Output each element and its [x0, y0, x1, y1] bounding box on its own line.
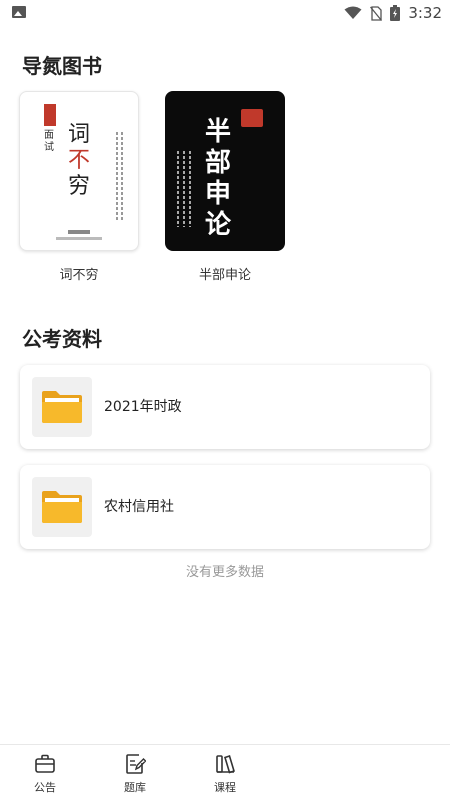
image-icon — [12, 6, 26, 18]
cover-publisher-line — [56, 237, 102, 240]
status-time: 3:32 — [408, 4, 442, 22]
book-name: 词不穷 — [59, 268, 99, 283]
bottom-tab-bar: 公告 题库 课程 — [0, 744, 450, 800]
edit-document-icon — [126, 754, 146, 774]
cover-subtitle: 面试 — [44, 130, 54, 153]
materials-section-title: 公考资料 — [22, 327, 102, 351]
material-thumbnail — [32, 477, 92, 537]
status-bar: 3:32 — [0, 0, 450, 26]
book-card-ci-bu-qiong[interactable]: 面试 词 不 穷 词不穷 — [19, 91, 139, 283]
cover-tag — [68, 230, 90, 234]
tab-label: 课程 — [214, 781, 236, 794]
book-card-ban-bu-shen-lun[interactable]: 半 部 申 论 半部申论 — [165, 91, 285, 283]
tab-label: 题库 — [124, 781, 146, 794]
material-label: 2021年时政 — [104, 399, 182, 415]
book-name: 半部申论 — [198, 268, 251, 283]
material-thumbnail — [32, 377, 92, 437]
cover-text-lines — [116, 132, 130, 222]
material-label: 农村信用社 — [104, 499, 174, 515]
battery-charging-icon — [390, 5, 401, 21]
material-item[interactable]: 农村信用社 — [20, 465, 430, 549]
briefcase-icon — [35, 754, 55, 773]
list-end-message: 没有更多数据 — [185, 565, 264, 580]
cover-title: 词 不 穷 — [68, 122, 91, 199]
tab-label: 公告 — [34, 781, 56, 794]
material-item[interactable]: 2021年时政 — [20, 365, 430, 449]
folder-icon — [42, 491, 82, 523]
book-cover[interactable]: 面试 词 不 穷 — [19, 91, 139, 251]
tab-announcements[interactable]: 公告 — [15, 753, 75, 795]
cover-title: 半 部 申 论 — [205, 117, 232, 240]
cover-text-lines — [177, 151, 203, 229]
folder-icon — [42, 391, 82, 423]
wifi-icon — [344, 6, 362, 19]
tab-courses[interactable]: 课程 — [195, 753, 255, 795]
tab-question-bank[interactable]: 题库 — [105, 753, 165, 795]
books-icon — [216, 754, 235, 774]
red-seal-icon — [44, 104, 56, 126]
books-section-title: 导氮图书 — [22, 54, 102, 78]
red-seal-icon — [241, 109, 263, 127]
no-sim-icon — [370, 5, 383, 21]
book-cover[interactable]: 半 部 申 论 — [165, 91, 285, 251]
